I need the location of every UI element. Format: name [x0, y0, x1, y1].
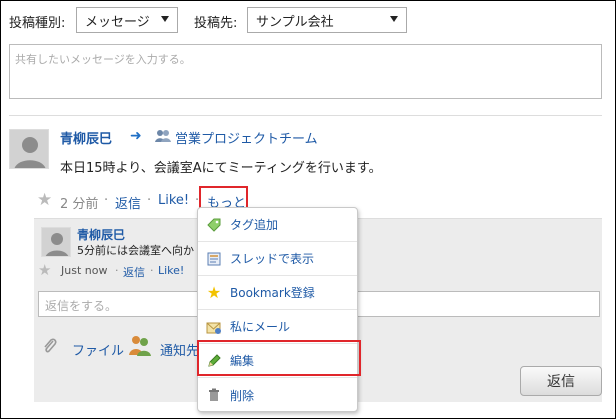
- menu-item-label: タグ追加: [230, 218, 279, 232]
- mail-icon: [206, 319, 222, 335]
- menu-item-bookmark[interactable]: ★ Bookmark登録: [198, 276, 357, 310]
- group-icon: [155, 129, 171, 147]
- post-type-value: メッセージ: [85, 14, 150, 30]
- post-type-label: 投稿種別:: [9, 16, 66, 31]
- menu-item-delete[interactable]: 削除: [198, 378, 357, 412]
- post-destination-select[interactable]: サンプル会社: [247, 7, 407, 33]
- menu-item-mail-me[interactable]: 私にメール: [198, 310, 357, 344]
- avatar[interactable]: [41, 227, 71, 257]
- star-icon: ★: [206, 283, 222, 302]
- post-like-link[interactable]: Like!: [158, 193, 189, 208]
- chevron-down-icon: [161, 16, 169, 22]
- separator-dot: ·: [147, 193, 152, 208]
- post-reply-link[interactable]: 返信: [115, 193, 141, 212]
- edit-item-highlight: [197, 340, 361, 376]
- avatar[interactable]: [9, 129, 49, 169]
- people-icon[interactable]: [128, 334, 152, 360]
- divider: [9, 115, 602, 116]
- separator-dot: ·: [150, 264, 154, 277]
- star-icon[interactable]: ★: [37, 192, 52, 209]
- reply-author-name[interactable]: 青柳辰巳: [77, 226, 125, 243]
- attach-file-link[interactable]: ファイル: [72, 340, 124, 359]
- menu-item-add-tag[interactable]: タグ追加: [198, 208, 357, 242]
- notify-link[interactable]: 通知先: [160, 340, 199, 359]
- reply-body: 5分前には会議室へ向か: [77, 244, 194, 257]
- star-icon[interactable]: ★: [38, 263, 51, 278]
- post-type-select[interactable]: メッセージ: [76, 7, 178, 33]
- message-compose-placeholder: 共有したいメッセージを入力する。: [15, 53, 191, 66]
- chevron-down-icon: [390, 16, 398, 22]
- separator-dot: ·: [115, 264, 119, 277]
- menu-item-view-thread[interactable]: スレッドで表示: [198, 242, 357, 276]
- menu-item-label: スレッドで表示: [230, 252, 315, 266]
- post-destination-value: サンプル会社: [256, 14, 334, 30]
- reply-reply-link[interactable]: 返信: [123, 264, 145, 280]
- more-dropdown-menu: タグ追加 スレッドで表示 ★ Bookmark登録 私にメール 編集 削除: [197, 207, 358, 412]
- message-compose-input[interactable]: 共有したいメッセージを入力する。: [9, 44, 602, 99]
- separator-dot: ·: [104, 193, 109, 208]
- reply-submit-label: 返信: [547, 374, 575, 390]
- arrow-right-icon: ➜: [130, 128, 142, 144]
- thread-icon: [206, 251, 222, 267]
- post-destination-label: 投稿先:: [194, 16, 238, 31]
- paperclip-icon[interactable]: [42, 336, 58, 360]
- post-author-name[interactable]: 青柳辰巳: [60, 128, 112, 147]
- post-group-link[interactable]: 営業プロジェクトチーム: [175, 128, 318, 147]
- menu-item-label: Bookmark登録: [230, 286, 315, 300]
- reply-submit-button[interactable]: 返信: [520, 366, 602, 396]
- menu-item-label: 削除: [230, 388, 255, 403]
- post-timestamp: 2 分前: [60, 197, 99, 212]
- menu-item-label: 私にメール: [230, 320, 291, 334]
- reply-input-placeholder: 返信をする。: [45, 299, 118, 313]
- reply-like-link[interactable]: Like!: [158, 264, 184, 277]
- post-body: 本日15時より、会議室Aにてミーティングを行います。: [60, 161, 382, 176]
- trash-icon: [206, 387, 222, 403]
- reply-timestamp: Just now: [61, 264, 108, 277]
- tag-add-icon: [206, 217, 222, 233]
